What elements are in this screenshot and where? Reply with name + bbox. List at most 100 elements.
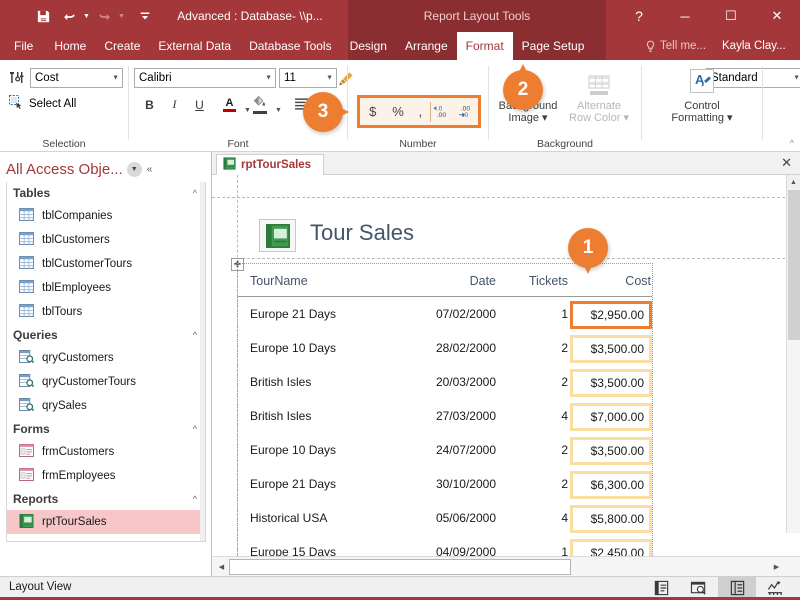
document-tab-label: rptTourSales: [241, 159, 312, 171]
horizontal-scroll-thumb[interactable]: [229, 559, 571, 575]
nav-item-frmemployees[interactable]: frmEmployees: [7, 464, 205, 488]
table-row[interactable]: Europe 10 Days 28/02/2000 2 $3,500.00: [238, 333, 652, 367]
nav-item-qrycustomertours[interactable]: qryCustomerTours: [7, 370, 205, 394]
scroll-right-icon[interactable]: ▶: [769, 559, 784, 575]
chevron-up-icon[interactable]: ^: [193, 330, 197, 340]
tab-file[interactable]: File: [0, 32, 45, 60]
nav-item-qrycustomers[interactable]: qryCustomers: [7, 346, 205, 370]
table-row[interactable]: Europe 10 Days 24/07/2000 2 $3,500.00: [238, 435, 652, 469]
scroll-left-icon[interactable]: ◀: [214, 559, 229, 575]
undo-icon[interactable]: [56, 4, 82, 28]
cell-cost[interactable]: $6,300.00: [570, 471, 652, 499]
undo-dropdown-icon[interactable]: ▼: [82, 4, 91, 28]
minimize-button[interactable]: ─: [662, 0, 708, 32]
cell-cost[interactable]: $3,500.00: [570, 335, 652, 363]
nav-group-reports[interactable]: Reports ^: [7, 488, 205, 510]
layout-view-button[interactable]: [718, 577, 756, 598]
nav-group-forms[interactable]: Forms ^: [7, 418, 205, 440]
column-header-tickets[interactable]: Tickets: [500, 274, 568, 288]
chevron-up-icon[interactable]: ^: [193, 188, 197, 198]
cell-cost[interactable]: $5,800.00: [570, 505, 652, 533]
column-header-date[interactable]: Date: [428, 274, 496, 288]
tab-design[interactable]: Design: [341, 32, 396, 60]
nav-item-tblemployees[interactable]: tblEmployees: [7, 276, 205, 300]
cell-cost-selected[interactable]: $2,950.00: [570, 301, 652, 329]
collapse-nav-pane-icon[interactable]: «: [147, 164, 153, 175]
italic-button[interactable]: I: [164, 94, 185, 115]
report-view-button[interactable]: [642, 577, 680, 598]
nav-item-frmcustomers[interactable]: frmCustomers: [7, 440, 205, 464]
tab-arrange[interactable]: Arrange: [396, 32, 457, 60]
cell-cost[interactable]: $2,450.00: [570, 539, 652, 556]
control-formatting-button[interactable]: A Control Formatting ▾: [662, 66, 742, 130]
tab-create[interactable]: Create: [95, 32, 149, 60]
chevron-up-icon[interactable]: ^: [193, 424, 197, 434]
decrease-decimals-button[interactable]: .00.0: [455, 98, 478, 125]
fill-color-button[interactable]: [249, 94, 270, 115]
report-horizontal-scrollbar[interactable]: ◀ ▶: [212, 556, 800, 576]
nav-pane-header[interactable]: All Access Obje... ▼ «: [6, 156, 206, 182]
nav-item-tblcustomers[interactable]: tblCustomers: [7, 228, 205, 252]
user-account-label[interactable]: Kayla Clay...: [722, 32, 786, 60]
redo-dropdown-icon[interactable]: ▼: [117, 4, 126, 28]
apply-currency-format-button[interactable]: $: [360, 98, 385, 125]
nav-pane-scrollbar[interactable]: [200, 182, 205, 541]
font-size-combo[interactable]: 11 ▼: [279, 68, 337, 88]
redo-icon[interactable]: [91, 4, 117, 28]
table-row[interactable]: Historical USA 05/06/2000 4 $5,800.00: [238, 503, 652, 537]
nav-pane-dropdown-icon[interactable]: ▼: [126, 161, 142, 177]
select-all-button[interactable]: Select All: [8, 94, 76, 113]
report-vertical-scrollbar[interactable]: ▲: [786, 175, 800, 533]
bold-button[interactable]: B: [139, 94, 160, 115]
selection-object-combo[interactable]: Cost ▼: [30, 68, 123, 88]
table-row[interactable]: Europe 21 Days 07/02/2000 1 $2,950.00: [238, 299, 652, 333]
font-name-combo[interactable]: Calibri ▼: [134, 68, 276, 88]
tab-page-setup[interactable]: Page Setup: [513, 32, 594, 60]
table-row[interactable]: Europe 15 Days 04/09/2000 1 $2,450.00: [238, 537, 652, 556]
nav-group-queries[interactable]: Queries ^: [7, 324, 205, 346]
nav-item-tblcustomertours[interactable]: tblCustomerTours: [7, 252, 205, 276]
tell-me-search[interactable]: Tell me...: [645, 32, 706, 60]
chevron-up-icon[interactable]: ^: [193, 494, 197, 504]
nav-item-rpttoursales[interactable]: rptTourSales: [7, 510, 205, 534]
nav-item-qrysales[interactable]: qrySales: [7, 394, 205, 418]
nav-group-tables[interactable]: Tables ^: [7, 182, 205, 204]
help-button[interactable]: ?: [616, 0, 662, 32]
increase-decimals-button[interactable]: .0.00: [431, 98, 454, 125]
tab-external-data[interactable]: External Data: [149, 32, 240, 60]
close-document-button[interactable]: ✕: [781, 155, 792, 171]
apply-percent-format-button[interactable]: %: [385, 98, 410, 125]
scroll-up-icon[interactable]: ▲: [787, 175, 800, 189]
nav-item-tblcompanies[interactable]: tblCompanies: [7, 204, 205, 228]
nav-item-tbltours[interactable]: tblTours: [7, 300, 205, 324]
cell-cost[interactable]: $7,000.00: [570, 403, 652, 431]
vertical-scroll-thumb[interactable]: [788, 190, 800, 340]
fill-color-dropdown-icon[interactable]: ▼: [268, 100, 289, 121]
collapse-ribbon-icon[interactable]: ^: [790, 138, 794, 148]
design-view-button[interactable]: [756, 577, 794, 598]
cell-cost[interactable]: $3,500.00: [570, 437, 652, 465]
document-tab-rpttoursales[interactable]: rptTourSales: [216, 154, 325, 175]
column-header-tourname[interactable]: TourName: [250, 274, 308, 288]
cell-cost[interactable]: $3,500.00: [570, 369, 652, 397]
property-sheet-icon[interactable]: [8, 69, 26, 87]
font-color-swatch: [223, 108, 236, 112]
table-row[interactable]: British Isles 27/03/2000 4 $7,000.00: [238, 401, 652, 435]
alternate-row-color-button[interactable]: Alternate Row Color ▾: [567, 66, 631, 130]
report-logo[interactable]: [259, 219, 296, 252]
callout-badge-3: 3: [303, 92, 349, 132]
tab-format[interactable]: Format: [456, 32, 513, 60]
close-window-button[interactable]: ✕: [754, 0, 800, 32]
report-title[interactable]: Tour Sales: [310, 220, 414, 246]
table-icon: [19, 232, 34, 248]
restore-button[interactable]: ☐: [708, 0, 754, 32]
table-row[interactable]: British Isles 20/03/2000 2 $3,500.00: [238, 367, 652, 401]
apply-comma-format-button[interactable]: ,: [411, 98, 431, 125]
table-row[interactable]: Europe 21 Days 30/10/2000 2 $6,300.00: [238, 469, 652, 503]
save-icon[interactable]: [30, 4, 56, 28]
tab-database-tools[interactable]: Database Tools: [240, 32, 341, 60]
print-preview-button[interactable]: [680, 577, 718, 598]
underline-button[interactable]: U: [189, 94, 210, 115]
tab-home[interactable]: Home: [45, 32, 95, 60]
column-header-cost[interactable]: Cost: [574, 274, 651, 288]
